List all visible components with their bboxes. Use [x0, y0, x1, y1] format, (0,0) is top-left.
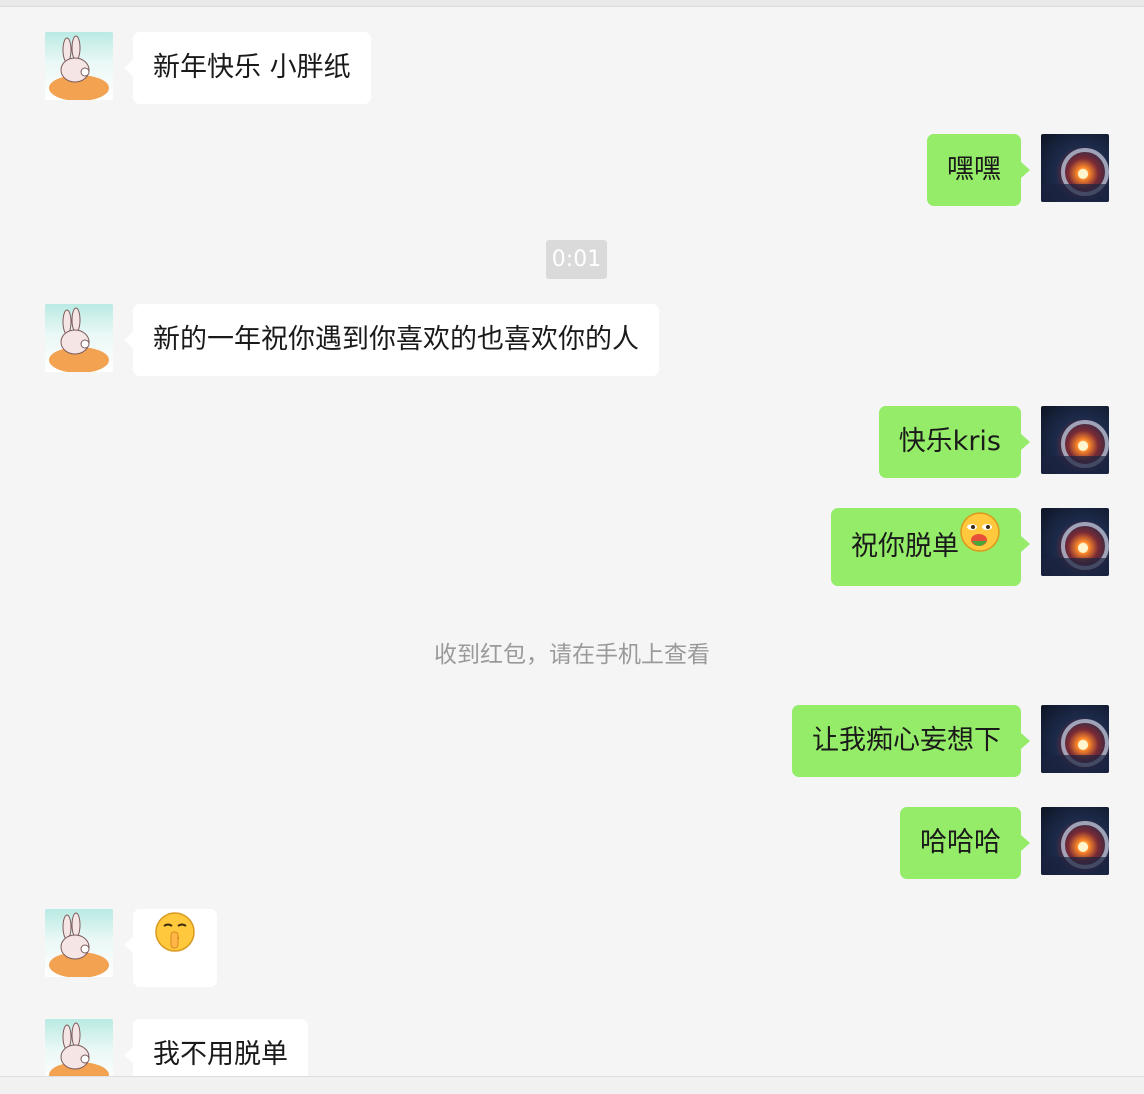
self-avatar[interactable] — [1041, 134, 1109, 202]
input-area-border — [0, 1076, 1144, 1094]
window-top-border — [0, 0, 1144, 7]
space-avatar-icon — [1041, 719, 1109, 773]
message-text: 哈哈哈 — [920, 827, 1001, 858]
message-text: 快乐kris — [898, 426, 1001, 457]
space-avatar-icon — [1041, 821, 1109, 875]
message-bubble[interactable]: 新的一年祝你遇到你喜欢的也喜欢你的人 — [124, 304, 659, 376]
message-bubble[interactable]: 祝你脱单 — [831, 506, 1030, 586]
message-bubble[interactable]: 让我痴心妄想下 — [792, 705, 1030, 777]
message-bubble[interactable]: 新年快乐 小胖纸 — [124, 32, 371, 104]
contact-avatar[interactable] — [45, 32, 113, 100]
message-text: 嘿嘿 — [947, 154, 1001, 185]
message-bubble[interactable]: 哈哈哈 — [900, 807, 1030, 879]
space-avatar-icon — [1041, 148, 1109, 202]
message-text: 新年快乐 小胖纸 — [153, 52, 351, 83]
self-avatar[interactable] — [1041, 807, 1109, 875]
timestamp-badge: 0:01 — [546, 240, 607, 279]
bunny-avatar-icon — [49, 307, 109, 372]
message-text: 祝你脱单 — [851, 531, 959, 562]
space-avatar-icon — [1041, 522, 1109, 576]
message-text: 我不用脱单 — [153, 1039, 288, 1070]
sly-emoji-icon — [959, 506, 1001, 584]
message-bubble[interactable]: 快乐kris — [878, 406, 1031, 478]
contact-avatar[interactable] — [45, 304, 113, 372]
contact-avatar[interactable] — [45, 909, 113, 977]
self-avatar[interactable] — [1041, 406, 1109, 474]
bunny-avatar-icon — [49, 912, 109, 977]
self-avatar[interactable] — [1041, 705, 1109, 773]
message-text: 让我痴心妄想下 — [812, 725, 1001, 756]
message-bubble[interactable] — [124, 907, 217, 987]
message-bubble[interactable]: 嘿嘿 — [927, 134, 1030, 206]
space-avatar-icon — [1041, 420, 1109, 474]
message-text: 新的一年祝你遇到你喜欢的也喜欢你的人 — [153, 324, 639, 355]
self-avatar[interactable] — [1041, 508, 1109, 576]
red-packet-notice: 收到红包，请在手机上查看 — [434, 642, 710, 668]
bunny-avatar-icon — [49, 35, 109, 100]
shush-emoji-icon — [153, 907, 197, 985]
